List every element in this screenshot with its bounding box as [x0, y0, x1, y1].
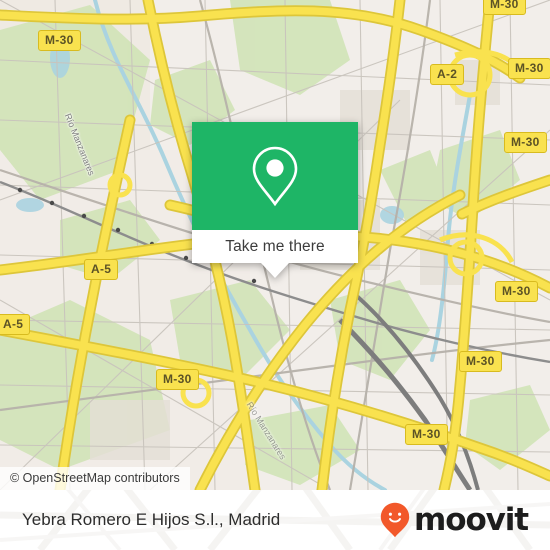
highway-shield: A-2 — [430, 64, 465, 85]
map-pin-icon — [252, 146, 298, 207]
take-me-there-label: Take me there — [225, 237, 325, 255]
moovit-logo[interactable]: moovit — [380, 501, 529, 538]
highway-shield: A-5 — [84, 259, 119, 280]
place-title: Yebra Romero E Hijos S.l., Madrid — [22, 510, 281, 529]
moovit-pin-smiley-icon — [380, 502, 410, 538]
map-container[interactable]: Río Manzanares Río Manzanares M-30 A-2 M… — [0, 0, 550, 490]
screenshot-root: Río Manzanares Río Manzanares M-30 A-2 M… — [0, 0, 550, 550]
moovit-wordmark: moovit — [414, 501, 529, 538]
highway-shield: M-30 — [459, 351, 502, 372]
callout-tail — [261, 263, 289, 278]
highway-shield: M-30 — [405, 424, 448, 445]
highway-shield: M-30 — [38, 30, 81, 51]
highway-shield: M-30 — [495, 281, 538, 302]
footer-bar: Yebra Romero E Hijos S.l., Madrid moovit — [0, 490, 550, 550]
take-me-there-button[interactable]: Take me there — [192, 230, 358, 263]
highway-shield: M-30 — [156, 369, 199, 390]
highway-shield: M-30 — [483, 0, 526, 15]
highway-shield: A-5 — [0, 314, 31, 335]
osm-attribution[interactable]: © OpenStreetMap contributors — [0, 467, 190, 490]
highway-shield: M-30 — [508, 58, 550, 79]
callout-icon-area — [192, 122, 358, 230]
location-callout-card[interactable]: Take me there — [192, 122, 358, 278]
highway-shield: M-30 — [504, 132, 547, 153]
